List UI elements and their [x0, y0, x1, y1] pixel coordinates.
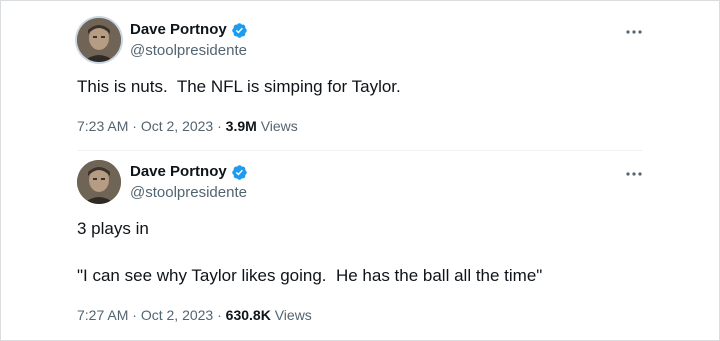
tweet-time[interactable]: 7:27 AM	[77, 307, 128, 323]
meta-separator: ·	[217, 118, 222, 134]
meta-separator: ·	[132, 307, 137, 323]
meta-separator: ·	[217, 307, 222, 323]
avatar-photo-icon	[77, 160, 121, 204]
more-horizontal-icon[interactable]	[625, 24, 643, 34]
author-display-name[interactable]: Dave Portnoy	[130, 21, 227, 39]
verified-badge-icon	[231, 22, 248, 39]
meta-separator: ·	[132, 118, 137, 134]
views-count: 630.8K	[225, 307, 271, 323]
views-label: Views	[260, 118, 298, 134]
tweet-date[interactable]: Oct 2, 2023	[141, 118, 213, 134]
views-count: 3.9M	[225, 118, 257, 134]
tweet-text-line: "I can see why Taylor likes going. He ha…	[77, 266, 543, 285]
tweet-divider	[77, 150, 643, 151]
tweet-meta: 7:23 AM · Oct 2, 2023 · 3.9M Views	[77, 117, 298, 135]
author-name-row[interactable]: Dave Portnoy	[130, 163, 248, 181]
tweet-date[interactable]: Oct 2, 2023	[141, 307, 213, 323]
views-label: Views	[274, 307, 312, 323]
author-name-row[interactable]: Dave Portnoy	[130, 21, 248, 39]
avatar-photo-icon	[77, 18, 121, 62]
tweet-meta: 7:27 AM · Oct 2, 2023 · 630.8K Views	[77, 306, 312, 324]
author-display-name[interactable]: Dave Portnoy	[130, 163, 227, 181]
author-handle[interactable]: @stoolpresidente	[130, 184, 247, 202]
avatar[interactable]	[77, 160, 121, 204]
tweet-text-line: 3 plays in	[77, 219, 149, 238]
more-horizontal-icon[interactable]	[625, 166, 643, 176]
tweet-text: This is nuts. The NFL is simping for Tay…	[77, 77, 401, 96]
avatar[interactable]	[77, 18, 121, 62]
tweet-time[interactable]: 7:23 AM	[77, 118, 128, 134]
verified-badge-icon	[231, 164, 248, 181]
author-handle[interactable]: @stoolpresidente	[130, 42, 247, 60]
